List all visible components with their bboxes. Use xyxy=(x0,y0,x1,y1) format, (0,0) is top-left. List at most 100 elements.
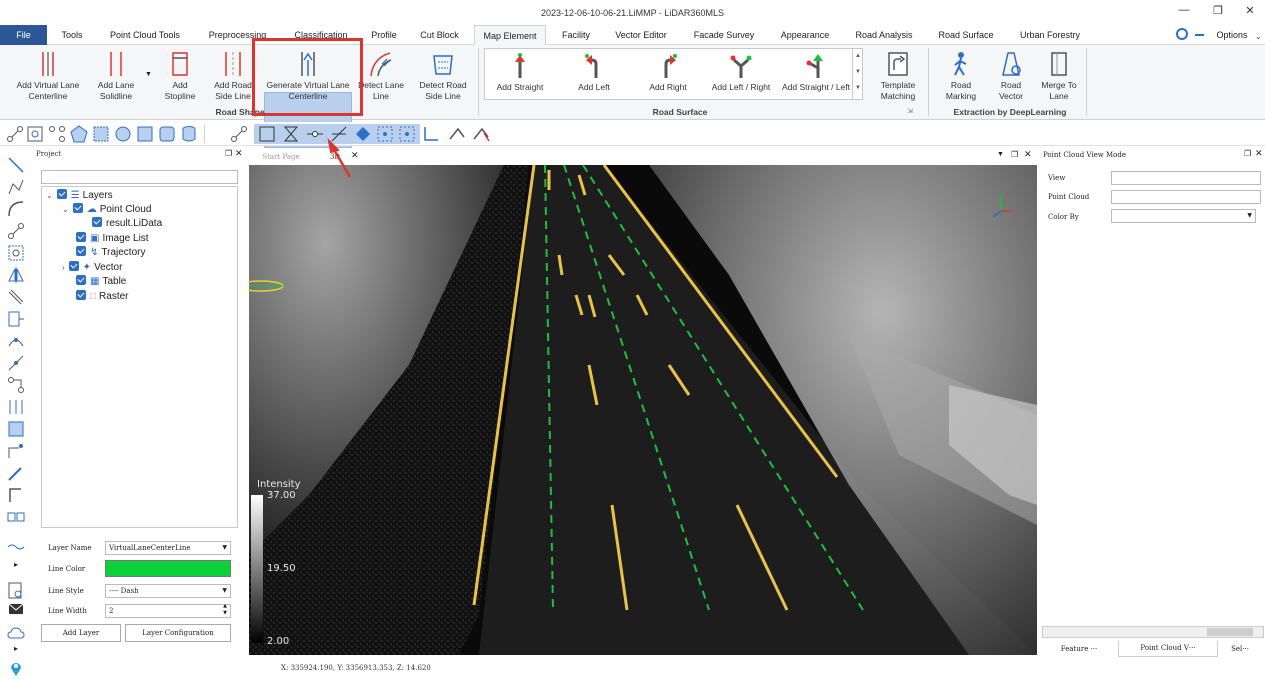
tab-road-analysis[interactable]: Road Analysis xyxy=(846,25,922,45)
tree-item-trajectory[interactable]: ↯ Trajectory xyxy=(76,246,145,260)
tab-vector-editor[interactable]: Vector Editor xyxy=(606,25,676,45)
tree-item-vector[interactable]: › ✦ Vector xyxy=(62,261,122,275)
add-lane-solidline-button[interactable]: Add Lane Solidline xyxy=(90,50,142,102)
point-cloud-select[interactable] xyxy=(1111,190,1261,204)
parallel-lines-icon[interactable] xyxy=(7,398,25,416)
panel-close-icon[interactable]: ✕ xyxy=(1255,148,1263,159)
tab-profile[interactable]: Profile xyxy=(364,25,404,45)
line-node-icon[interactable] xyxy=(306,125,324,143)
rect-select-icon[interactable] xyxy=(92,125,110,143)
select-box-icon[interactable] xyxy=(7,244,25,262)
tab-float-icon[interactable]: ❐ xyxy=(1011,150,1018,159)
close-button[interactable]: ✕ xyxy=(1240,4,1260,20)
add-stopline-button[interactable]: Add Stopline xyxy=(158,50,202,102)
expand-arrow-icon[interactable]: ▸ xyxy=(7,560,25,578)
dialog-launcher-icon[interactable]: ⇲ xyxy=(907,107,913,115)
tree-item-point-cloud[interactable]: ⌄ ☁ Point Cloud xyxy=(62,203,151,217)
split-tool-icon[interactable] xyxy=(7,310,25,328)
cloud-icon[interactable] xyxy=(7,624,25,642)
view-select[interactable] xyxy=(1111,171,1261,185)
break-tool-icon[interactable] xyxy=(7,288,25,306)
node-move-icon[interactable] xyxy=(230,125,248,143)
node-chain-icon[interactable] xyxy=(7,178,25,196)
add-virtual-lane-centerline-button[interactable]: Add Virtual Lane Centerline xyxy=(10,50,86,102)
polyline-tool-icon[interactable] xyxy=(7,156,25,174)
pen-tool-icon[interactable] xyxy=(7,464,25,482)
lidata-checkbox[interactable] xyxy=(92,217,102,227)
rounded-rect-icon[interactable] xyxy=(158,125,176,143)
cylinder-icon[interactable] xyxy=(180,125,198,143)
tab-appearance[interactable]: Appearance xyxy=(770,25,840,45)
square-outline-icon[interactable] xyxy=(258,125,276,143)
search-doc-icon[interactable] xyxy=(7,582,25,600)
road-marking-button[interactable]: Road Marking xyxy=(936,50,986,102)
add-layer-button[interactable]: Add Layer xyxy=(41,624,121,642)
square-icon[interactable] xyxy=(136,125,154,143)
tab-3d[interactable]: 3D xyxy=(315,150,355,165)
trajectory-checkbox[interactable] xyxy=(76,246,86,256)
cross-line-icon[interactable] xyxy=(330,125,348,143)
grid-node-icon[interactable] xyxy=(376,125,394,143)
snap-icon[interactable] xyxy=(26,125,44,143)
line-style-select[interactable]: ---- Dash ▼ xyxy=(105,584,231,598)
link-tool-icon[interactable] xyxy=(7,222,25,240)
extend-icon[interactable] xyxy=(472,125,490,143)
tree-item-layers[interactable]: ⌄ ☰ Layers xyxy=(46,189,113,203)
curve-tool-icon[interactable] xyxy=(7,200,25,218)
tab-close-all-icon[interactable]: ✕ xyxy=(1024,149,1032,160)
line-width-spinner[interactable]: 2 ▲ ▼ xyxy=(105,603,231,618)
detect-lane-line-button[interactable]: Detect Lane Line xyxy=(356,50,406,102)
table-checkbox[interactable] xyxy=(76,275,86,285)
minimize-button[interactable]: — xyxy=(1174,4,1194,20)
gear-icon[interactable] xyxy=(1176,28,1188,40)
tab-map-element[interactable]: Map Element xyxy=(474,25,546,46)
tree-item-raster[interactable]: □ Raster xyxy=(76,290,129,304)
tab-facade-survey[interactable]: Facade Survey xyxy=(686,25,762,45)
tree-item-image-list[interactable]: ▣ Image List xyxy=(76,232,149,246)
tab-point-cloud-tools[interactable]: Point Cloud Tools xyxy=(100,25,190,45)
tree-item-lidata[interactable]: result.LiData xyxy=(92,217,162,231)
tab-close-icon[interactable]: ✕ xyxy=(351,150,359,161)
horizontal-scrollbar[interactable] xyxy=(1042,626,1264,638)
tree-item-table[interactable]: ▦ Table xyxy=(76,275,126,289)
mail-icon[interactable] xyxy=(7,600,25,618)
angle-icon[interactable] xyxy=(422,125,440,143)
raster-checkbox[interactable] xyxy=(76,290,86,300)
location-pin-icon[interactable] xyxy=(7,659,25,677)
area-select-icon[interactable] xyxy=(7,420,25,438)
add-straight-left-button[interactable]: Add Straight / Left xyxy=(780,52,852,93)
tab-point-cloud-view[interactable]: Point Cloud V··· xyxy=(1118,641,1218,657)
layers-checkbox[interactable] xyxy=(56,189,67,199)
hourglass-icon[interactable] xyxy=(282,125,300,143)
tab-feature[interactable]: Feature ··· xyxy=(1042,642,1116,656)
diamond-node-icon[interactable] xyxy=(354,125,372,143)
restore-button[interactable]: ❐ xyxy=(1208,4,1228,20)
chevron-down-icon[interactable]: ⌄ xyxy=(1255,32,1262,41)
tab-cut-block[interactable]: Cut Block xyxy=(412,25,467,45)
tab-facility[interactable]: Facility xyxy=(552,25,600,45)
add-left-right-button[interactable]: Add Left / Right xyxy=(708,52,774,93)
tab-tools[interactable]: Tools xyxy=(52,25,92,45)
node-edit-icon[interactable] xyxy=(6,125,24,143)
panel-pin-icon[interactable]: ❐ xyxy=(225,149,232,158)
panel-pin-icon[interactable]: ❐ xyxy=(1244,149,1251,158)
project-search-input[interactable] xyxy=(41,170,238,184)
vector-checkbox[interactable] xyxy=(68,261,79,271)
merge-to-lane-button[interactable]: Merge To Lane xyxy=(1036,50,1082,102)
wave-tool-icon[interactable] xyxy=(7,538,25,556)
dropdown-arrow-icon[interactable]: ▼ xyxy=(145,71,152,78)
add-left-button[interactable]: Add Left xyxy=(566,52,622,93)
tab-list-icon[interactable]: ▼ xyxy=(997,151,1004,158)
line-color-swatch[interactable] xyxy=(105,560,231,577)
collapse-ribbon-icon[interactable] xyxy=(1195,34,1204,36)
polygon-icon[interactable] xyxy=(70,125,88,143)
tab-road-surface[interactable]: Road Surface xyxy=(930,25,1002,45)
circle-select-icon[interactable] xyxy=(114,125,132,143)
road-vector-button[interactable]: Road Vector xyxy=(988,50,1034,102)
reshape-tool-icon[interactable] xyxy=(7,332,25,350)
detect-road-side-line-button[interactable]: Detect Road Side Line xyxy=(412,50,474,102)
layer-configuration-button[interactable]: Layer Configuration xyxy=(125,624,231,642)
mirror-tool-icon[interactable] xyxy=(7,266,25,284)
grid-node-icon-2[interactable] xyxy=(398,125,416,143)
node-link-icon[interactable] xyxy=(7,376,25,394)
